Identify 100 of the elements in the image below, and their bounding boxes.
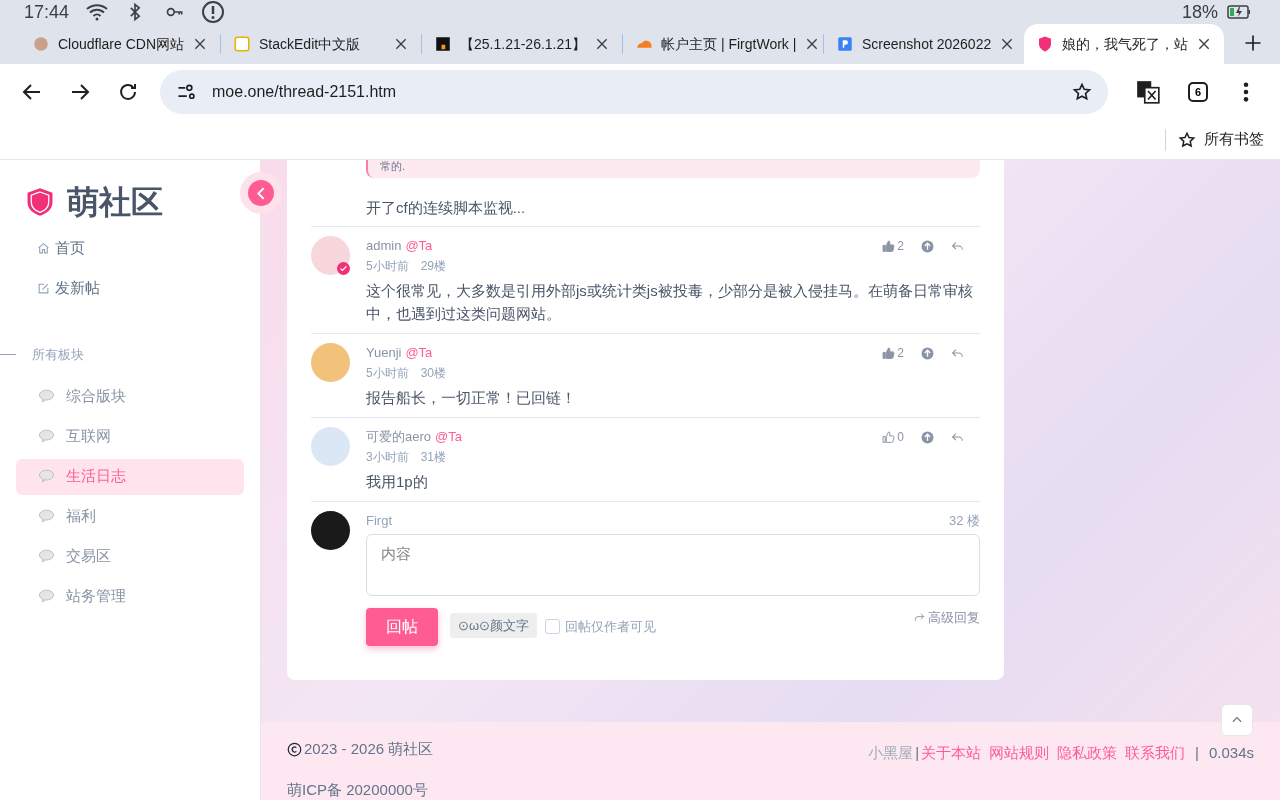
close-icon xyxy=(393,36,409,52)
reply-button[interactable] xyxy=(951,239,964,253)
footer-link[interactable]: 网站规则 xyxy=(989,742,1050,765)
tab-count-button[interactable]: 6 xyxy=(1188,82,1208,102)
share-arrow-icon xyxy=(914,612,925,624)
forum-link[interactable]: 站务管理 xyxy=(16,578,244,615)
footer-link[interactable]: 关于本站 xyxy=(921,742,982,765)
plus-icon xyxy=(1243,33,1263,53)
post-time: 5小时前 xyxy=(366,258,409,275)
advanced-reply-link[interactable]: 高级回复 xyxy=(914,608,980,628)
browser-tab[interactable]: 【25.1.21-26.1.21】 xyxy=(422,24,622,64)
browser-tab[interactable]: 帐户主页 | FirgtWork | xyxy=(623,24,823,64)
speech-bubble-icon xyxy=(36,548,57,565)
battery-percent: 18% xyxy=(1181,0,1218,24)
icp-text: 萌ICP备 20200000号 xyxy=(287,779,429,800)
browser-tab[interactable]: StackEdit中文版 xyxy=(221,24,421,64)
reply-input[interactable]: 内容 xyxy=(366,534,980,596)
avatar xyxy=(311,427,350,466)
reply-button[interactable] xyxy=(951,430,964,444)
all-bookmarks-button[interactable]: 所有书签 xyxy=(1178,128,1264,151)
copyright-icon xyxy=(287,741,302,757)
mention-link[interactable]: @Ta xyxy=(435,427,462,447)
favicon-icon xyxy=(1036,35,1054,53)
upvote-button[interactable] xyxy=(921,346,934,360)
menu-icon xyxy=(1243,81,1249,103)
reply-text: 报告船长，一切正常！已回链！ xyxy=(366,388,577,408)
avatar xyxy=(311,511,350,550)
mention-link[interactable]: @Ta xyxy=(405,343,433,363)
separator: | xyxy=(1195,743,1199,763)
author-name: Yuenji xyxy=(366,344,402,363)
post-time: 5小时前 xyxy=(366,365,409,382)
upvote-button[interactable] xyxy=(921,430,934,444)
checkbox-label: 回帖仅作者可见 xyxy=(565,618,657,636)
forum-link[interactable]: 生活日志 xyxy=(16,458,244,495)
favicon-icon xyxy=(233,35,251,53)
favicon-icon xyxy=(434,35,452,53)
translate-icon xyxy=(1135,79,1161,105)
like-button[interactable]: 0 xyxy=(882,428,904,446)
copyright-text: 2023 - 2026 萌社区 xyxy=(304,739,434,759)
speech-bubble-icon xyxy=(36,388,57,405)
post-text: 开了cf的连续脚本监视... xyxy=(366,198,527,218)
site-settings-icon xyxy=(176,82,196,102)
footer-link[interactable]: 小黑屋 xyxy=(868,742,914,765)
thumbs-up-icon xyxy=(882,430,896,444)
footer-link[interactable]: 联系我们 xyxy=(1125,742,1186,765)
favicon-icon xyxy=(32,35,50,53)
quote-block: 常的. xyxy=(366,160,980,178)
user-name: Firgt xyxy=(366,512,392,531)
section-label: 所有板块 xyxy=(32,346,84,364)
emoticon-button[interactable]: ⊙ω⊙颜文字 xyxy=(450,613,538,638)
alert-icon xyxy=(201,0,226,24)
home-icon xyxy=(37,242,50,255)
reply-button[interactable] xyxy=(951,346,964,360)
floor-number: 30楼 xyxy=(420,365,447,382)
browser-tab[interactable]: Cloudflare CDN网站 xyxy=(20,24,220,64)
separator: | xyxy=(915,743,920,763)
close-icon xyxy=(1196,36,1212,52)
arrow-up-circle-icon xyxy=(921,239,934,253)
compose-icon xyxy=(37,282,50,295)
mention-link[interactable]: @Ta xyxy=(405,236,433,256)
arrow-up-circle-icon xyxy=(921,346,934,360)
thumbs-up-icon xyxy=(882,239,896,253)
browser-tab[interactable]: 娘的，我气死了，站 xyxy=(1024,24,1224,64)
reply-icon xyxy=(951,346,964,360)
thumbs-up-icon xyxy=(882,346,896,360)
forum-link[interactable]: 福利 xyxy=(16,498,244,535)
like-button[interactable]: 2 xyxy=(882,344,904,362)
upvote-button[interactable] xyxy=(921,239,934,253)
speech-bubble-icon xyxy=(36,428,57,445)
forum-link[interactable]: 综合版块 xyxy=(16,378,244,415)
reply-text: 我用1p的 xyxy=(366,472,429,492)
arrow-up-circle-icon xyxy=(921,430,934,444)
favicon-icon xyxy=(836,35,854,53)
site-name: 萌社区 xyxy=(67,183,163,222)
like-button[interactable]: 2 xyxy=(882,237,904,255)
submit-reply-button[interactable]: 回帖 xyxy=(366,608,438,646)
floor-number: 29楼 xyxy=(420,258,447,275)
reply-icon xyxy=(951,239,964,253)
footer-link[interactable]: 隐私政策 xyxy=(1057,742,1118,765)
shield-logo-icon xyxy=(25,186,55,218)
speech-bubble-icon xyxy=(36,508,57,525)
collapse-sidebar-button[interactable] xyxy=(240,172,282,214)
browser-tab[interactable]: Screenshot 2026022 xyxy=(824,24,1024,64)
clock-time: 17:44 xyxy=(24,0,70,24)
speech-bubble-icon xyxy=(36,468,57,485)
nav-link[interactable]: 首页 xyxy=(37,238,260,259)
post-time: 3小时前 xyxy=(366,449,409,466)
forum-link[interactable]: 交易区 xyxy=(16,538,244,575)
floor-number: 31楼 xyxy=(420,449,447,466)
nav-link[interactable]: 发新帖 xyxy=(37,278,260,299)
avatar xyxy=(311,236,350,275)
star-icon xyxy=(1178,130,1196,149)
author-name: 可爱的aero xyxy=(366,428,432,447)
floor-number: 32 楼 xyxy=(948,512,980,531)
reply-text: 这个很常见，大多数是引用外部js或统计类js被投毒，少部分是被入侵挂马。在萌备日常审核中，也遇到过这类问题网站。 xyxy=(366,281,974,324)
forum-link[interactable]: 互联网 xyxy=(16,418,244,455)
address-field[interactable]: moe.one/thread-2151.htm xyxy=(160,70,1108,114)
render-time: 0.034s xyxy=(1208,743,1254,763)
star-icon xyxy=(1072,82,1092,102)
checkbox[interactable] xyxy=(545,619,561,635)
